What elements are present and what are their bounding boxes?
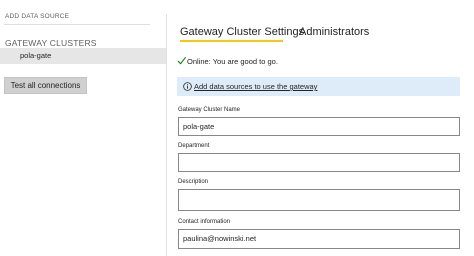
status-message: Online: You are good to go. — [177, 56, 278, 66]
contact-information-label: Contact information — [178, 219, 231, 225]
status-text: Online: You are good to go. — [187, 57, 278, 66]
info-bar: Add data sources to use the gateway — [177, 77, 460, 96]
add-data-source-link[interactable]: ADD DATA SOURCE — [5, 13, 69, 20]
info-icon — [183, 82, 192, 91]
department-label: Department — [178, 143, 210, 149]
gateway-cluster-name-input[interactable]: pola-gate — [178, 117, 460, 136]
department-input[interactable] — [178, 153, 460, 172]
gateway-cluster-name-label: Gateway Cluster Name — [178, 107, 241, 113]
tab-gateway-cluster-settings[interactable]: Gateway Cluster Settings — [180, 26, 304, 38]
cluster-item-label: pola-gate — [20, 51, 52, 60]
gateway-clusters-heading: GATEWAY CLUSTERS — [5, 38, 97, 48]
tab-administrators[interactable]: Administrators — [299, 26, 369, 38]
description-input[interactable] — [178, 189, 460, 211]
test-all-connections-button[interactable]: Test all connections — [4, 77, 87, 94]
left-panel: ADD DATA SOURCE GATEWAY CLUSTERS pola-ga… — [0, 0, 166, 256]
add-data-sources-link[interactable]: Add data sources to use the gateway — [194, 82, 317, 91]
divider — [4, 24, 150, 25]
contact-information-input[interactable]: paulina@nowinski.net — [178, 229, 460, 249]
cluster-item-pola-gate[interactable]: pola-gate — [0, 48, 166, 64]
vertical-divider — [166, 14, 167, 256]
description-label: Description — [178, 179, 209, 185]
active-tab-indicator — [180, 40, 283, 42]
check-icon — [177, 57, 186, 65]
